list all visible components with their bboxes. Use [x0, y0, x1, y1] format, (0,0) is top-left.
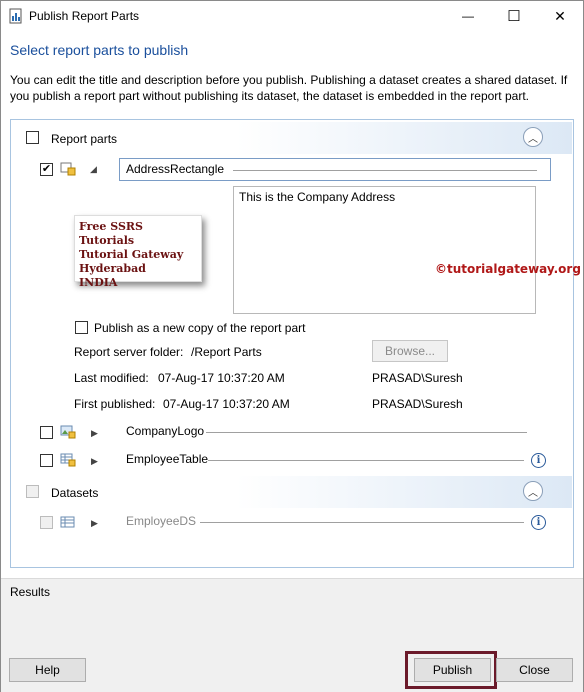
server-folder-label: Report server folder: [74, 345, 184, 359]
datasets-checkbox[interactable] [26, 485, 39, 498]
employee-ds-checkbox[interactable] [40, 516, 53, 529]
preview-line: INDIA [79, 276, 118, 289]
title-underline [233, 170, 537, 171]
expanded-triangle-icon[interactable]: ◢ [90, 164, 97, 175]
name-underline [200, 522, 524, 523]
window-title: Publish Report Parts [29, 9, 140, 23]
table-part-icon [60, 453, 76, 467]
expand-triangle-icon[interactable]: ▶ [91, 428, 98, 439]
info-icon[interactable]: i [531, 515, 546, 530]
company-logo-name: CompanyLogo [126, 424, 205, 438]
publish-button[interactable]: Publish [414, 658, 491, 682]
rectangle-part-icon [60, 162, 76, 176]
part-preview-thumbnail: Free SSRS Tutorials Tutorial Gateway Hyd… [74, 215, 202, 289]
minimize-button[interactable]: — [445, 1, 491, 31]
preview-line: Hyderabad [79, 262, 146, 275]
company-logo-checkbox[interactable] [40, 426, 53, 439]
part-title-value: AddressRectangle [126, 162, 225, 176]
report-icon [9, 8, 22, 24]
publish-copy-label: Publish as a new copy of the report part [94, 321, 306, 335]
page-heading: Select report parts to publish [10, 42, 189, 58]
datasets-group-header: Datasets ︿ [12, 476, 572, 508]
checkmark-icon: ✔ [41, 163, 52, 175]
preview-line: Tutorial Gateway [79, 248, 184, 261]
results-area: Results [1, 578, 583, 646]
first-published-label: First published: [74, 397, 156, 411]
employee-ds-name: EmployeeDS [126, 514, 197, 528]
dialog-footer: Help Publish Close [1, 646, 583, 692]
part-description-textarea[interactable]: This is the Company Address [233, 186, 536, 314]
name-underline [206, 432, 527, 433]
maximize-icon: ☐ [507, 8, 521, 25]
close-window-button[interactable]: ✕ [537, 1, 583, 31]
first-published-user: PRASAD\Suresh [372, 397, 463, 411]
publish-copy-checkbox[interactable] [75, 321, 88, 334]
part-title-input[interactable]: AddressRectangle [119, 158, 551, 181]
help-button[interactable]: Help [9, 658, 86, 682]
address-rectangle-checkbox[interactable]: ✔ [40, 163, 53, 176]
preview-line: Free SSRS Tutorials [79, 220, 143, 247]
instructions-text: You can edit the title and description b… [10, 73, 568, 103]
report-parts-label: Report parts [51, 132, 118, 146]
employee-table-name: EmployeeTable [126, 452, 209, 466]
dataset-icon [60, 516, 75, 528]
last-modified-value: 07-Aug-17 10:37:20 AM [158, 371, 285, 385]
last-modified-user: PRASAD\Suresh [372, 371, 463, 385]
watermark-text: ©tutorialgateway.org [435, 262, 581, 276]
datasets-label: Datasets [51, 486, 99, 500]
collapse-report-parts-button[interactable]: ︿ [523, 127, 543, 147]
part-description-value: This is the Company Address [239, 190, 396, 204]
expand-triangle-icon[interactable]: ▶ [91, 518, 98, 529]
expand-triangle-icon[interactable]: ▶ [91, 456, 98, 467]
image-part-icon [60, 425, 76, 439]
last-modified-label: Last modified: [74, 371, 149, 385]
title-bar[interactable]: Publish Report Parts — ☐ ✕ [1, 1, 583, 31]
publish-report-parts-dialog: Publish Report Parts — ☐ ✕ Select report… [0, 0, 584, 692]
info-icon[interactable]: i [531, 453, 546, 468]
name-underline [208, 460, 524, 461]
report-parts-checkbox[interactable] [26, 131, 39, 144]
employee-table-checkbox[interactable] [40, 454, 53, 467]
report-parts-group-header: Report parts ︿ [12, 122, 572, 154]
first-published-value: 07-Aug-17 10:37:20 AM [163, 397, 290, 411]
minimize-icon: — [462, 9, 474, 23]
results-label: Results [10, 585, 51, 599]
close-button[interactable]: Close [496, 658, 573, 682]
collapse-datasets-button[interactable]: ︿ [523, 481, 543, 501]
maximize-button[interactable]: ☐ [491, 1, 537, 31]
browse-button[interactable]: Browse... [372, 340, 448, 362]
chevron-up-icon: ︿ [528, 133, 538, 145]
server-folder-value: /Report Parts [191, 345, 262, 359]
chevron-up-icon: ︿ [528, 487, 538, 499]
close-icon: ✕ [554, 7, 566, 24]
report-parts-panel: Report parts ︿ ✔ ◢ AddressRectangle This… [10, 119, 581, 568]
